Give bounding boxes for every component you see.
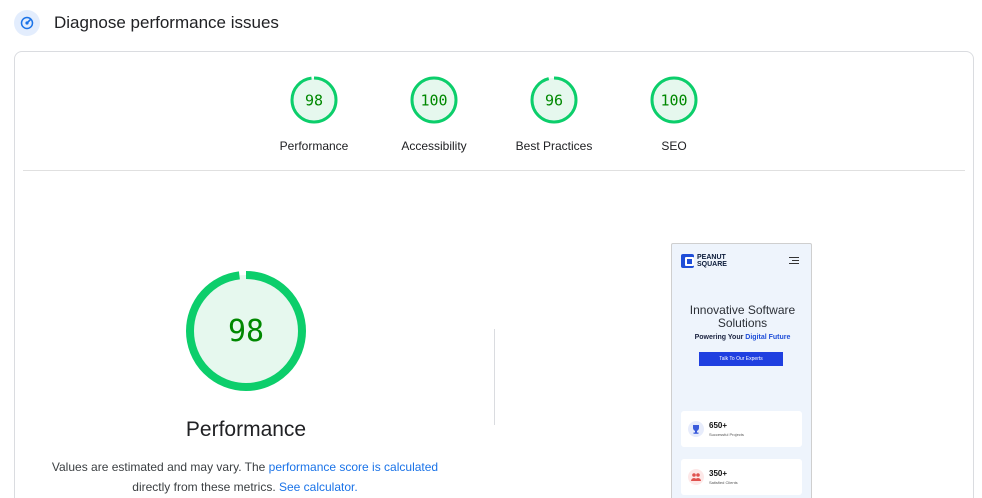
logo-line-1: PEANUT	[697, 254, 726, 261]
gauge-best-practices[interactable]: 96 Best Practices	[494, 75, 614, 153]
trophy-icon	[688, 421, 704, 437]
performance-gauge-large: 98	[186, 271, 306, 391]
performance-description: Values are estimated and may vary. The p…	[45, 457, 445, 497]
section-header: Diagnose performance issues	[14, 9, 279, 37]
gauge-best-practices-ring: 96	[530, 76, 578, 124]
gauge-best-practices-score: 96	[545, 92, 563, 110]
stat-caption: Successful Projects	[709, 432, 744, 437]
preview-stat-card: 350+ Satisfied Clients	[681, 459, 802, 495]
speed-gauge-icon	[14, 10, 40, 36]
desc-text-2: directly from these metrics.	[132, 480, 279, 494]
preview-cta-button: Talk To Our Experts	[699, 352, 783, 366]
see-calculator-link[interactable]: See calculator.	[279, 480, 358, 494]
hamburger-menu-icon	[789, 257, 799, 266]
logo-line-2: SQUARE	[697, 261, 727, 268]
gauge-best-practices-label: Best Practices	[515, 139, 593, 153]
vertical-divider	[494, 329, 495, 425]
gauge-accessibility-score: 100	[420, 92, 447, 110]
gauge-accessibility-label: Accessibility	[401, 139, 467, 153]
gauge-seo-ring: 100	[650, 76, 698, 124]
users-icon	[688, 469, 704, 485]
gauges-divider	[23, 170, 965, 171]
preview-subheadline: Powering Your Digital Future	[694, 334, 791, 341]
gauge-performance[interactable]: 98 Performance	[254, 75, 374, 153]
performance-title: Performance	[185, 418, 307, 441]
gauge-accessibility[interactable]: 100 Accessibility	[374, 75, 494, 153]
stat-value: 650+	[709, 421, 728, 430]
page-screenshot-preview: PEANUT SQUARE Innovative Software Soluti…	[671, 243, 812, 498]
gauge-performance-ring: 98	[290, 76, 338, 124]
desc-text-1: Values are estimated and may vary. The	[51, 460, 269, 474]
gauge-seo-label: SEO	[661, 139, 687, 153]
gauge-accessibility-ring: 100	[410, 76, 458, 124]
preview-logo: PEANUT SQUARE	[681, 254, 727, 268]
performance-score-large: 98	[228, 314, 264, 349]
preview-headline: Innovative Software Solutions	[689, 303, 796, 330]
gauge-seo-score: 100	[660, 92, 687, 110]
score-gauges: 98 Performance 100 Accessibility 96 Best…	[15, 52, 973, 172]
subheadline-highlight: Digital Future	[745, 334, 791, 341]
section-title: Diagnose performance issues	[54, 13, 279, 32]
gauge-performance-label: Performance	[279, 139, 349, 153]
logo-mark-icon	[681, 254, 694, 268]
preview-stat-card: 650+ Successful Projects	[681, 411, 802, 447]
stat-caption: Satisfied Clients	[709, 480, 738, 485]
performance-score-link[interactable]: performance score is calculated	[269, 460, 438, 474]
report-card: 98 Performance 100 Accessibility 96 Best…	[14, 51, 974, 498]
gauge-seo[interactable]: 100 SEO	[614, 75, 734, 153]
stat-value: 350+	[709, 469, 728, 478]
gauge-performance-score: 98	[305, 92, 323, 110]
